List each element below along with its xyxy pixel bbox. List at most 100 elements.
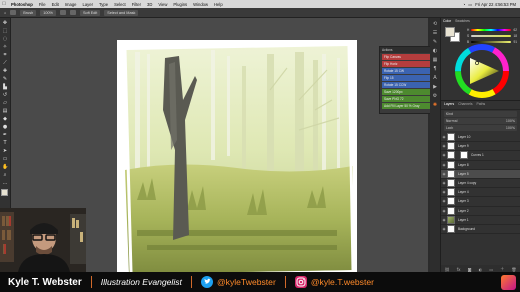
menu-file[interactable]: File xyxy=(36,2,49,7)
more-tools-icon[interactable]: … xyxy=(2,180,8,186)
type-tool-icon[interactable]: T xyxy=(2,140,8,146)
layer-filter-row[interactable]: Kind xyxy=(444,111,517,117)
layer-row[interactable]: ◉ Layer 10 xyxy=(441,133,520,143)
layer-row[interactable]: ◉ Layer 9 xyxy=(441,142,520,152)
layer-name: Curves 1 xyxy=(471,153,484,158)
fg-bg-swatches[interactable] xyxy=(0,189,10,203)
layer-row[interactable]: ◉ Layer 8 xyxy=(441,160,520,170)
layer-row[interactable]: ◉ Layer 3 xyxy=(441,197,520,207)
menu-image[interactable]: Image xyxy=(62,2,80,7)
fill-field[interactable]: 100% xyxy=(506,126,515,130)
dodge-tool-icon[interactable]: ● xyxy=(2,124,8,130)
select-mask-button[interactable]: Select and Mask xyxy=(104,9,139,16)
libraries-icon[interactable]: ▦ xyxy=(432,57,438,63)
actions-icon[interactable]: ▶ xyxy=(432,84,438,90)
menu-3d[interactable]: 3D xyxy=(144,2,155,7)
history-brush-icon[interactable]: ↺ xyxy=(2,92,8,98)
airbrush-toggle[interactable] xyxy=(69,10,76,15)
trash-icon[interactable]: 🗑 xyxy=(511,267,516,272)
slider-track[interactable] xyxy=(471,35,512,37)
layer-row[interactable]: ◉ Curves 1 xyxy=(441,151,520,161)
presenter-video xyxy=(0,208,86,272)
menu-help[interactable]: Help xyxy=(211,2,226,7)
layer-row[interactable]: ◉ Background xyxy=(441,224,520,235)
history-icon[interactable]: ⟲ xyxy=(432,21,438,27)
adjustments-icon[interactable]: ◐ xyxy=(432,48,438,54)
foreground-swatch[interactable] xyxy=(445,27,455,37)
blend-mode-select[interactable]: Normal xyxy=(446,119,458,123)
battery-icon[interactable]: ▭ xyxy=(468,2,472,7)
magic-wand-icon[interactable]: ✧ xyxy=(2,44,8,50)
healing-brush-icon[interactable]: ✚ xyxy=(2,68,8,74)
layer-row[interactable]: ◉ Layer 2 xyxy=(441,206,520,216)
slider-value[interactable]: 91 xyxy=(513,40,517,44)
path-select-icon[interactable]: ➤ xyxy=(2,148,8,154)
menu-photoshop[interactable]: Photoshop xyxy=(8,2,36,7)
tab-color[interactable]: Color xyxy=(443,19,451,24)
menu-edit[interactable]: Edit xyxy=(49,2,62,7)
paragraph-icon[interactable]: ¶ xyxy=(432,66,438,72)
layer-row[interactable]: ◉ Layer 5 xyxy=(441,169,520,179)
zoom-field[interactable]: 100% xyxy=(40,9,56,16)
group-icon[interactable]: ▭ xyxy=(489,267,493,272)
opacity-field[interactable]: 100% xyxy=(506,119,515,123)
menu-view[interactable]: View xyxy=(155,2,170,7)
lasso-tool-icon[interactable]: ◌ xyxy=(2,36,8,42)
layer-thumbnail xyxy=(447,142,455,151)
character-icon[interactable]: A xyxy=(432,75,438,81)
apple-icon[interactable]:  xyxy=(0,1,8,7)
layer-row[interactable]: ◉ Layer 4 xyxy=(441,188,520,198)
crop-tool-icon[interactable]: ⌗ xyxy=(2,52,8,58)
marquee-tool-icon[interactable]: ⬚ xyxy=(2,28,8,34)
tab-channels[interactable]: Channels xyxy=(458,102,472,108)
wifi-icon[interactable]: ◔ xyxy=(463,2,466,7)
fx-icon[interactable]: fx xyxy=(457,267,461,272)
properties-icon[interactable]: ☰ xyxy=(432,30,438,36)
glyphs-icon[interactable]: ⚙ xyxy=(432,93,438,99)
soft-edit-field[interactable]: Soft Edit xyxy=(79,9,101,16)
gradient-tool-icon[interactable]: ▤ xyxy=(2,108,8,114)
instagram-icon xyxy=(294,276,307,288)
tab-paths[interactable]: Paths xyxy=(477,102,486,108)
slider-value[interactable]: 18 xyxy=(513,34,517,38)
menu-filter[interactable]: Filter xyxy=(129,2,144,7)
blur-tool-icon[interactable]: ◆ xyxy=(2,116,8,122)
zoom-tool-icon[interactable]: ⌕ xyxy=(2,172,8,178)
filter-kind[interactable]: Kind xyxy=(446,112,453,116)
eraser-tool-icon[interactable]: ▱ xyxy=(2,100,8,106)
divider xyxy=(284,276,286,288)
shape-tool-icon[interactable]: ▭ xyxy=(2,156,8,162)
mode-toggle[interactable] xyxy=(59,10,66,15)
menu-type[interactable]: Type xyxy=(96,2,111,7)
brushes-icon[interactable]: ✎ xyxy=(432,39,438,45)
tab-swatches[interactable]: Swatches xyxy=(455,19,470,24)
menu-layer[interactable]: Layer xyxy=(79,2,95,7)
mask-icon[interactable]: ◙ xyxy=(468,267,472,272)
link-icon[interactable]: ⛓ xyxy=(445,267,450,272)
color-wheel[interactable] xyxy=(455,44,509,98)
learn-icon[interactable]: ✺ xyxy=(432,102,438,108)
adjustment-layer-icon[interactable]: ◐ xyxy=(479,267,483,272)
brush-tool-icon[interactable]: ✎ xyxy=(2,76,8,82)
layer-row[interactable]: ◉ Layer 1 xyxy=(441,215,520,225)
eyedropper-icon[interactable]: ⟋ xyxy=(2,60,8,66)
clock[interactable]: Fri Apr 22 4:56:53 PM xyxy=(475,2,516,7)
layer-row[interactable]: ◉ Layer 4 copy xyxy=(441,179,520,189)
slider-track[interactable] xyxy=(471,29,512,31)
slider-track[interactable] xyxy=(471,41,512,43)
stamp-tool-icon[interactable]: ▙ xyxy=(2,84,8,90)
home-icon[interactable]: ⌂ xyxy=(4,11,6,15)
tool-label[interactable]: Brush xyxy=(20,9,37,16)
menu-select[interactable]: Select xyxy=(111,2,129,7)
layer-name: Layer 3 xyxy=(458,199,469,204)
pen-tool-icon[interactable]: ✒ xyxy=(2,132,8,138)
hand-tool-icon[interactable]: ✋ xyxy=(2,164,8,170)
menu-window[interactable]: Window xyxy=(190,2,211,7)
document-canvas[interactable] xyxy=(117,40,357,284)
tab-layers[interactable]: Layers xyxy=(444,102,454,108)
layer-mask-thumbnail[interactable] xyxy=(460,151,468,160)
brush-preset-picker[interactable] xyxy=(10,10,17,15)
menu-plugins[interactable]: Plugins xyxy=(170,2,190,7)
slider-value[interactable]: 62 xyxy=(513,28,517,32)
move-tool-icon[interactable]: ✥ xyxy=(2,20,8,26)
